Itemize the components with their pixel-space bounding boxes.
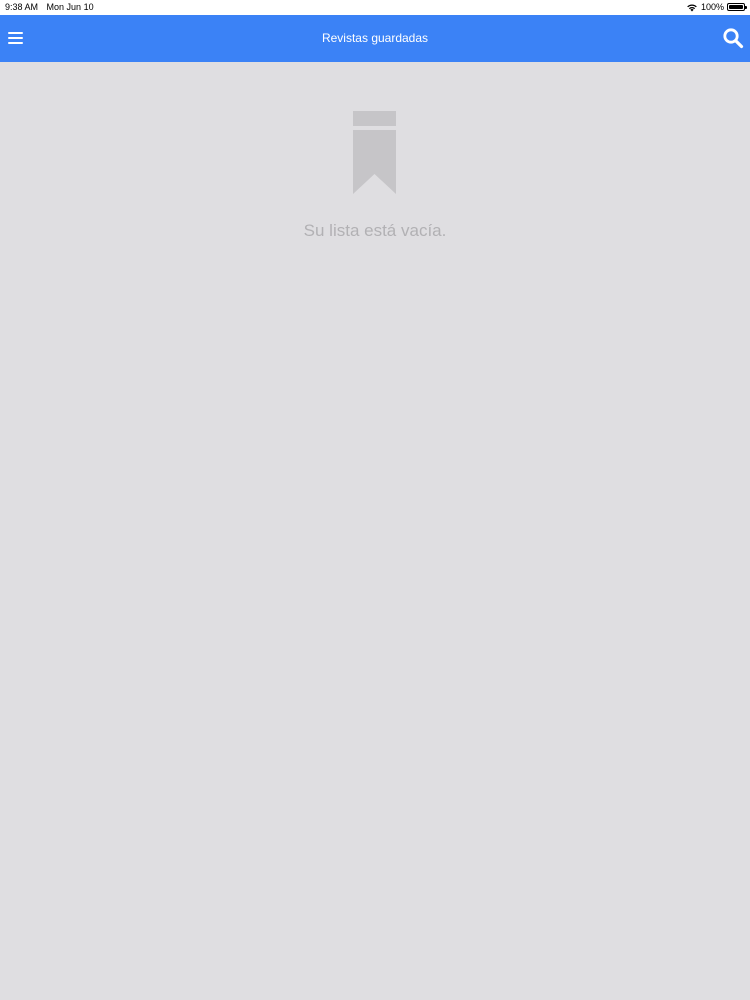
battery-percentage: 100% [700, 2, 724, 12]
empty-list-message: Su lista está vacía. [303, 221, 447, 240]
status-right: 100% [686, 2, 747, 12]
menu-button[interactable] [6, 28, 26, 48]
bookmark-icon [353, 111, 396, 194]
status-bar: 9:38 AM Mon Jun 10 100% [0, 0, 750, 15]
search-icon [723, 28, 744, 49]
status-time: 9:38 AM [5, 2, 39, 12]
status-date: Mon Jun 10 [46, 2, 94, 12]
page-title: Revistas guardadas [321, 31, 429, 45]
navigation-bar: Revistas guardadas [0, 15, 750, 62]
wifi-icon [687, 3, 697, 11]
hamburger-menu-icon [8, 32, 23, 44]
search-button[interactable] [722, 27, 744, 49]
status-left: 9:38 AM Mon Jun 10 [5, 2, 94, 12]
battery-icon [727, 3, 747, 11]
battery-fill [729, 5, 743, 9]
